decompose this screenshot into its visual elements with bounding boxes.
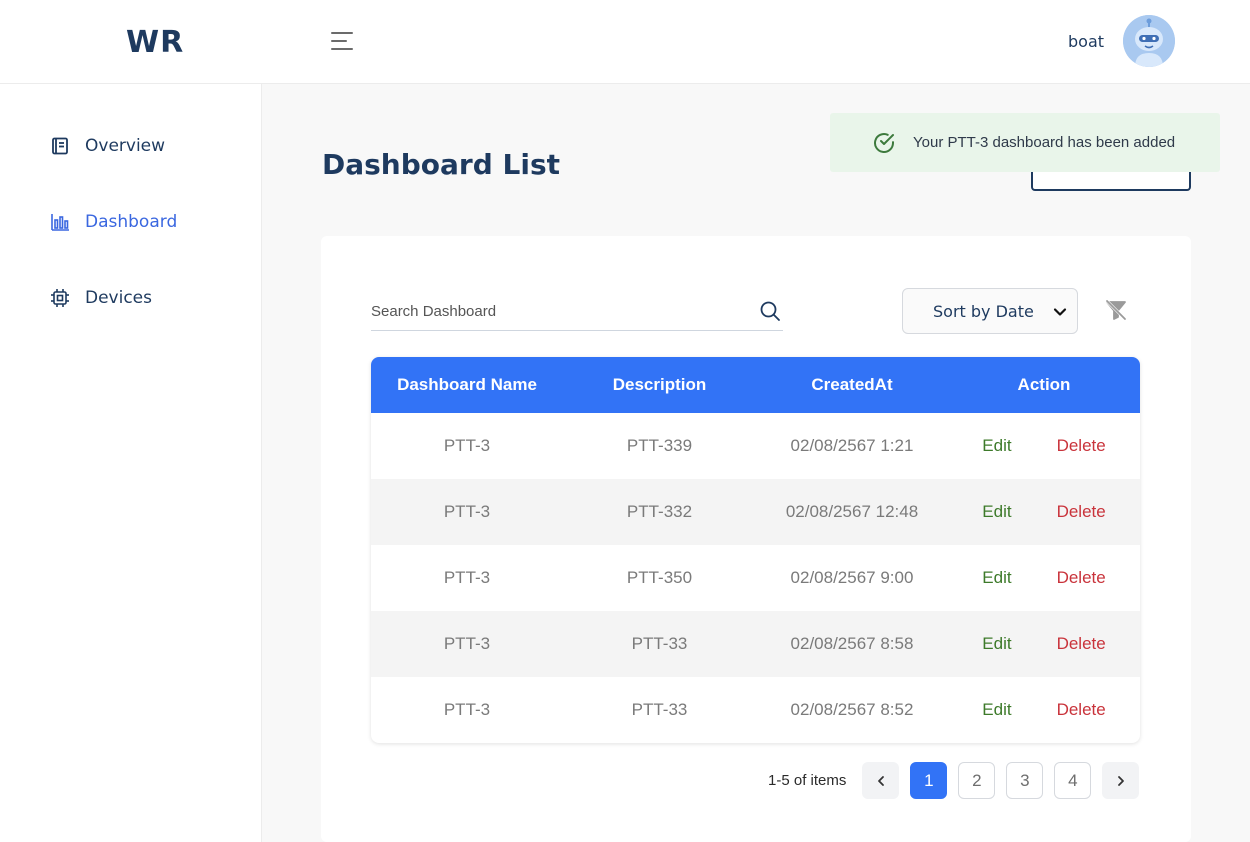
cell-action: Edit Delete — [948, 568, 1140, 588]
cell-created-at: 02/08/2567 8:58 — [790, 634, 914, 653]
page-button[interactable]: 3 — [1006, 762, 1044, 799]
delete-link[interactable]: Delete — [1057, 634, 1106, 654]
column-header[interactable]: Dashboard Name — [371, 375, 563, 395]
sort-selected-value: Sort by Date — [933, 301, 1034, 321]
search-field — [371, 291, 783, 331]
cell-dashboard-name: PTT-3 — [443, 700, 491, 719]
cell-dashboard-name: PTT-3 — [443, 502, 491, 521]
sidebar-item-overview[interactable]: Overview — [50, 131, 165, 161]
chip-icon — [50, 288, 70, 308]
cell-created-at: 02/08/2567 12:48 — [785, 502, 919, 521]
delete-link[interactable]: Delete — [1057, 568, 1106, 588]
delete-link[interactable]: Delete — [1057, 502, 1106, 522]
cell-description: PTT-332 — [626, 502, 693, 521]
search-icon[interactable] — [759, 300, 781, 322]
delete-link[interactable]: Delete — [1057, 436, 1106, 456]
table-row: PTT-3 PTT-332 02/08/2567 12:48 Edit Dele… — [371, 479, 1140, 545]
table-row: PTT-3 PTT-33 02/08/2567 8:52 Edit Delete — [371, 677, 1140, 743]
next-page-button[interactable] — [1102, 762, 1140, 799]
cell-dashboard-name: PTT-3 — [443, 634, 491, 653]
cell-action: Edit Delete — [948, 634, 1140, 654]
cell-created-at: 02/08/2567 1:21 — [790, 436, 914, 455]
table-header: Dashboard Name Description CreatedAt Act… — [371, 357, 1140, 413]
page-button[interactable]: 1 — [910, 762, 948, 799]
page-title: Dashboard List — [322, 148, 560, 181]
username[interactable]: boat — [1068, 32, 1104, 51]
sort-select[interactable]: Sort by Date — [902, 288, 1078, 334]
avatar[interactable] — [1123, 15, 1175, 67]
cell-description: PTT-350 — [626, 568, 693, 587]
edit-link[interactable]: Edit — [982, 436, 1011, 456]
table-row: PTT-3 PTT-33 02/08/2567 8:58 Edit Delete — [371, 611, 1140, 677]
chevron-right-icon — [1117, 775, 1124, 786]
cell-description: PTT-33 — [631, 700, 688, 719]
hamburger-icon[interactable] — [330, 29, 354, 53]
sidebar-item-dashboard[interactable]: Dashboard — [50, 207, 177, 237]
edit-link[interactable]: Edit — [982, 700, 1011, 720]
cell-dashboard-name: PTT-3 — [443, 568, 491, 587]
table-row: PTT-3 PTT-339 02/08/2567 1:21 Edit Delet… — [371, 413, 1140, 479]
column-header[interactable]: Description — [563, 375, 756, 395]
delete-link[interactable]: Delete — [1057, 700, 1106, 720]
cell-created-at: 02/08/2567 8:52 — [790, 700, 914, 719]
sidebar-item-devices[interactable]: Devices — [50, 283, 152, 313]
dashboard-table: Dashboard Name Description CreatedAt Act… — [371, 357, 1140, 743]
cell-description: PTT-339 — [626, 436, 693, 455]
column-header: Action — [1017, 375, 1071, 394]
dashboard-card: Sort by Date Dashboard Name Description … — [321, 236, 1191, 842]
cell-description: PTT-33 — [631, 634, 688, 653]
main-content: Dashboard List Sort by Date — [262, 84, 1250, 842]
table-body: PTT-3 PTT-339 02/08/2567 1:21 Edit Delet… — [371, 413, 1140, 743]
page-button[interactable]: 4 — [1054, 762, 1092, 799]
search-input[interactable] — [371, 297, 741, 325]
document-icon — [50, 136, 70, 156]
sidebar-item-label: Overview — [85, 136, 166, 156]
page-button[interactable]: 2 — [958, 762, 996, 799]
app-logo[interactable]: WR — [126, 25, 184, 60]
chevron-left-icon — [877, 775, 884, 786]
success-toast: Your PTT-3 dashboard has been added — [830, 113, 1220, 172]
edit-link[interactable]: Edit — [982, 634, 1011, 654]
cell-action: Edit Delete — [948, 700, 1140, 720]
sidebar-item-label: Dashboard — [85, 212, 178, 232]
check-circle-icon — [872, 131, 896, 155]
robot-avatar-icon — [1123, 15, 1175, 67]
table-row: PTT-3 PTT-350 02/08/2567 9:00 Edit Delet… — [371, 545, 1140, 611]
top-bar: WR boat — [0, 0, 1250, 84]
filter-off-icon[interactable] — [1104, 298, 1128, 322]
bar-chart-icon — [50, 212, 70, 232]
chevron-down-icon — [1053, 305, 1067, 319]
cell-dashboard-name: PTT-3 — [443, 436, 491, 455]
pagination-info: 1-5 of items — [768, 772, 847, 789]
toast-message: Your PTT-3 dashboard has been added — [913, 134, 1176, 151]
sidebar-item-label: Devices — [85, 288, 152, 308]
edit-link[interactable]: Edit — [982, 568, 1011, 588]
sidebar: Overview Dashboard Devices — [0, 84, 262, 842]
edit-link[interactable]: Edit — [982, 502, 1011, 522]
cell-action: Edit Delete — [948, 502, 1140, 522]
cell-action: Edit Delete — [948, 436, 1140, 456]
pagination: 1-5 of items 1 2 3 4 — [768, 762, 1150, 799]
column-header[interactable]: CreatedAt — [756, 375, 948, 395]
cell-created-at: 02/08/2567 9:00 — [790, 568, 914, 587]
prev-page-button[interactable] — [862, 762, 900, 799]
